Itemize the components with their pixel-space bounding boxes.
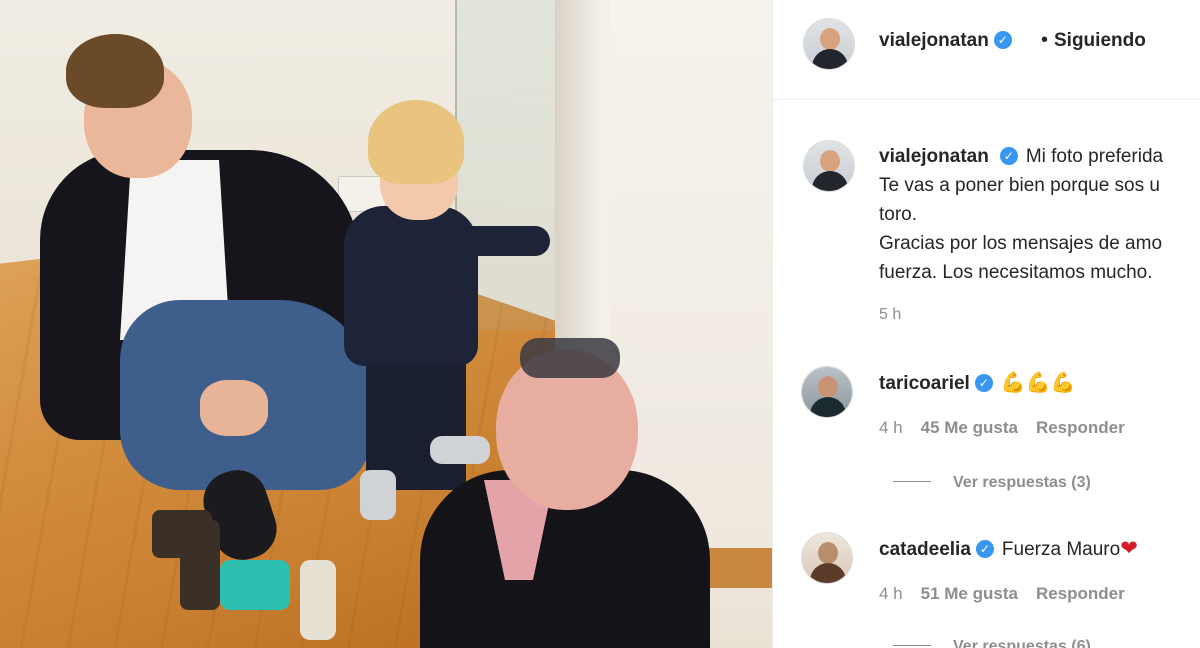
commenter-username[interactable]: taricoariel [879, 373, 970, 394]
verified-badge-icon: ✓ [999, 147, 1018, 165]
caption-line: fuerza. Los necesitamos mucho. [879, 262, 1153, 283]
child-arm [440, 226, 550, 256]
caption-line: Te vas a poner bien porque sos u [879, 175, 1160, 196]
sunglasses [520, 338, 620, 378]
caption-line: Mi foto preferida [1025, 146, 1164, 167]
view-replies-label: Ver respuestas (3) [953, 474, 1091, 491]
author-avatar[interactable] [803, 18, 855, 70]
commenter-avatar[interactable] [801, 366, 853, 418]
view-replies-button[interactable]: Ver respuestas (3) [893, 474, 1091, 492]
post-header: vialejonatan ✓ • Siguiendo [773, 0, 1200, 100]
post-timestamp[interactable]: 5 h [879, 306, 901, 324]
verified-badge-icon: ✓ [974, 374, 993, 392]
reply-button[interactable]: Responder [1036, 584, 1125, 603]
child-shoe [360, 470, 396, 520]
comment-text: taricoariel ✓ 💪💪💪 [879, 370, 1076, 395]
child-legs [366, 350, 466, 490]
comment-meta: 4 h 45 Me gusta Responder [879, 418, 1143, 438]
man-hair [66, 34, 164, 108]
comment-meta: 4 h 51 Me gusta Responder [879, 584, 1143, 604]
author-username-link[interactable]: vialejonatan ✓ [879, 30, 1012, 52]
comment-body: Fuerza Mauro [1001, 539, 1121, 560]
comment-item: catadeelia ✓ Fuerza Mauro❤ 4 h 51 Me gusta R… [773, 532, 1200, 648]
comment-text: catadeelia ✓ Fuerza Mauro❤ [879, 536, 1138, 561]
reply-button[interactable]: Responder [1036, 418, 1125, 437]
author-username[interactable]: vialejonatan [879, 30, 989, 51]
replies-divider [893, 481, 931, 482]
caption-line: toro. [879, 204, 918, 225]
man-hand [200, 380, 268, 436]
view-replies-button[interactable]: Ver respuestas (6) [893, 638, 1091, 648]
caption-line: Gracias por los mensajes de amo [879, 233, 1163, 254]
toy-figure [300, 560, 336, 640]
commenter-avatar[interactable] [801, 532, 853, 584]
post-side-panel: vialejonatan ✓ • Siguiendo vialejonatan ✓ M… [772, 0, 1200, 648]
red-heart-icon: ❤ [1120, 537, 1138, 560]
toy-figure [220, 560, 290, 610]
comment-likes[interactable]: 51 Me gusta [921, 584, 1018, 603]
child-shoe [430, 436, 490, 464]
commenter-username[interactable]: catadeelia [879, 539, 971, 560]
following-button[interactable]: Siguiendo [1054, 30, 1146, 52]
view-replies-label: Ver respuestas (6) [953, 638, 1091, 648]
toy-horse [180, 520, 220, 610]
separator-dot: • [1041, 29, 1049, 51]
comment-timestamp[interactable]: 4 h [879, 418, 903, 437]
verified-badge-icon: ✓ [993, 31, 1012, 49]
caption-author-avatar[interactable] [803, 140, 855, 192]
comment-item: taricoariel ✓ 💪💪💪 4 h 45 Me gusta Responder [773, 366, 1200, 490]
child-hair [368, 100, 464, 184]
caption-author-username[interactable]: vialejonatan [879, 146, 989, 167]
comment-timestamp[interactable]: 4 h [879, 584, 903, 603]
verified-badge-icon: ✓ [975, 540, 994, 558]
flexed-biceps-icon: 💪💪💪 [1000, 372, 1076, 394]
comment-likes[interactable]: 45 Me gusta [921, 418, 1018, 437]
post-photo[interactable] [0, 0, 772, 648]
replies-divider [893, 645, 931, 646]
caption-text: vialejonatan ✓ Mi foto preferida Te vas a … [879, 142, 1200, 287]
